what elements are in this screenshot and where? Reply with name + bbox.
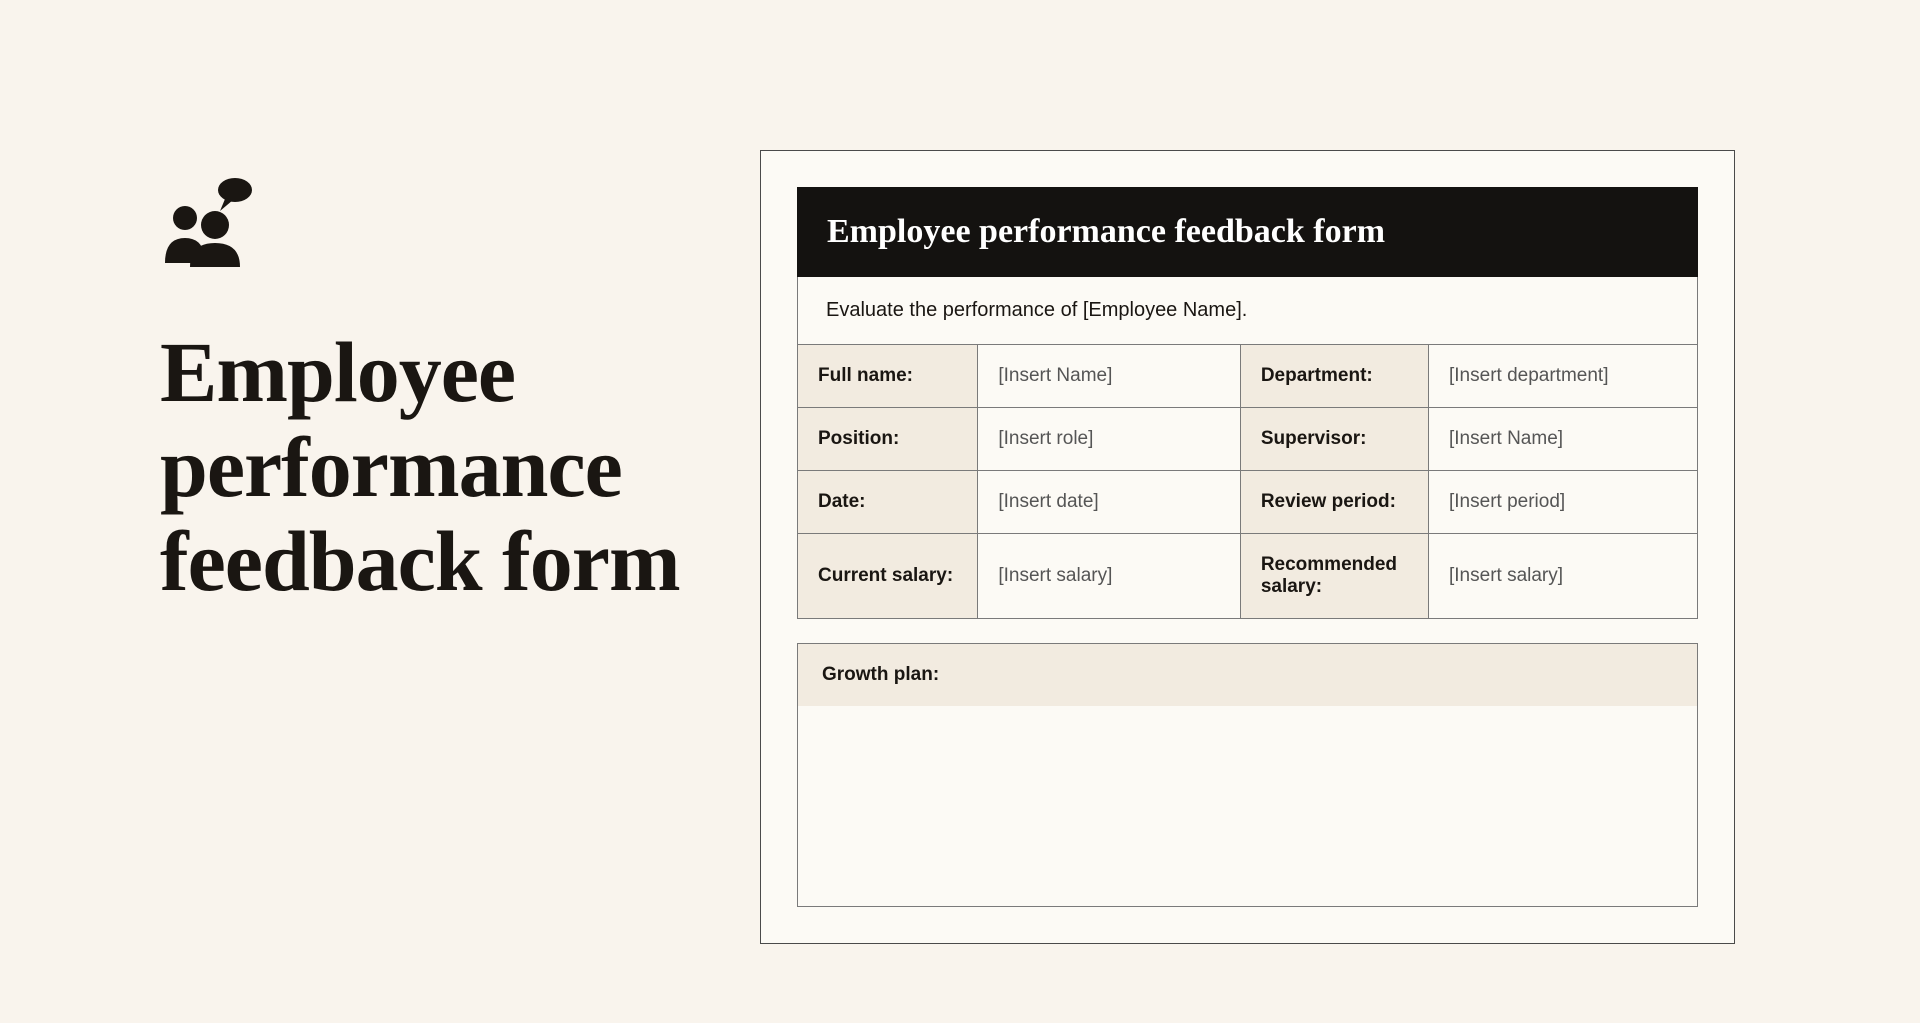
growth-plan-label: Growth plan: xyxy=(798,644,1697,706)
table-row: Date: [Insert date] Review period: [Inse… xyxy=(798,471,1698,534)
growth-plan-section: Growth plan: xyxy=(797,643,1698,907)
left-panel: Employee performance feedback form xyxy=(0,0,760,1023)
date-label: Date: xyxy=(798,471,978,534)
recommended-salary-label: Recommended salary: xyxy=(1240,534,1428,619)
table-row: Position: [Insert role] Supervisor: [Ins… xyxy=(798,408,1698,471)
instruction-text: Evaluate the performance of [Employee Na… xyxy=(797,277,1698,345)
form-header: Employee performance feedback form xyxy=(797,187,1698,277)
table-row: Current salary: [Insert salary] Recommen… xyxy=(798,534,1698,619)
page-title: Employee performance feedback form xyxy=(160,325,700,609)
form-container: Employee performance feedback form Evalu… xyxy=(760,150,1735,944)
growth-plan-textarea[interactable] xyxy=(798,706,1697,906)
full-name-value[interactable]: [Insert Name] xyxy=(978,345,1240,408)
recommended-salary-value[interactable]: [Insert salary] xyxy=(1429,534,1698,619)
full-name-label: Full name: xyxy=(798,345,978,408)
current-salary-label: Current salary: xyxy=(798,534,978,619)
position-value[interactable]: [Insert role] xyxy=(978,408,1240,471)
review-period-value[interactable]: [Insert period] xyxy=(1429,471,1698,534)
department-value[interactable]: [Insert department] xyxy=(1429,345,1698,408)
current-salary-value[interactable]: [Insert salary] xyxy=(978,534,1240,619)
department-label: Department: xyxy=(1240,345,1428,408)
position-label: Position: xyxy=(798,408,978,471)
supervisor-value[interactable]: [Insert Name] xyxy=(1429,408,1698,471)
date-value[interactable]: [Insert date] xyxy=(978,471,1240,534)
people-feedback-icon xyxy=(160,175,700,275)
employee-info-table: Full name: [Insert Name] Department: [In… xyxy=(797,345,1698,619)
table-row: Full name: [Insert Name] Department: [In… xyxy=(798,345,1698,408)
supervisor-label: Supervisor: xyxy=(1240,408,1428,471)
right-panel: Employee performance feedback form Evalu… xyxy=(760,0,1920,1023)
review-period-label: Review period: xyxy=(1240,471,1428,534)
